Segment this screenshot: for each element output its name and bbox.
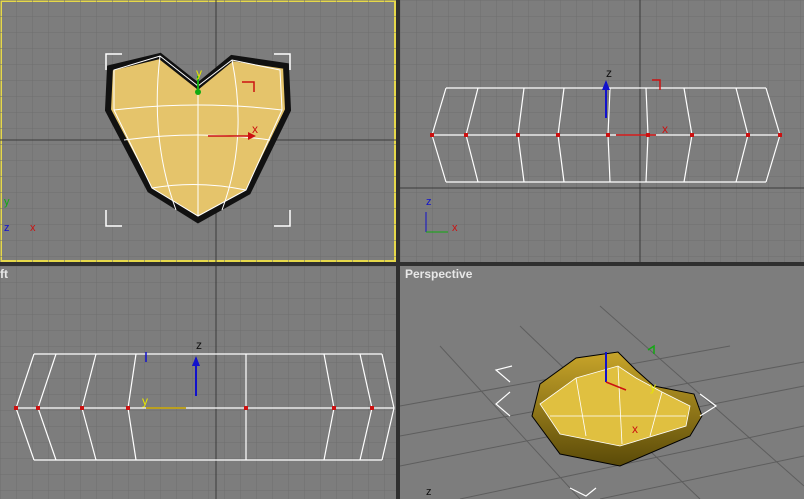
gizmo-z-label: z	[196, 338, 202, 352]
viewport-left[interactable]: ft z y	[0, 266, 396, 499]
viewport-perspective-label: Perspective	[405, 267, 473, 281]
gizmo-x-label: x	[252, 122, 258, 136]
viewport-left-label: ft	[0, 267, 8, 281]
gizmo-z-label: z	[606, 66, 612, 80]
axis-y-label: y	[4, 196, 10, 208]
viewport-left-canvas	[0, 266, 396, 499]
viewport-front[interactable]: z x z x	[400, 0, 804, 262]
gizmo-y-label: y	[196, 66, 202, 80]
gizmo-x-label: x	[662, 122, 668, 136]
axis-x-label: x	[452, 222, 458, 234]
gizmo-y-label: y	[650, 380, 656, 394]
viewport-top[interactable]: y x y z x	[0, 0, 396, 262]
axis-z-label: z	[4, 222, 10, 234]
viewport-top-canvas	[0, 0, 396, 262]
axis-z-label: z	[426, 196, 432, 208]
viewport-front-canvas	[400, 0, 804, 262]
viewport-perspective[interactable]: Perspective y x z	[400, 266, 804, 499]
axis-z-label: z	[426, 486, 432, 498]
viewport-perspective-canvas	[400, 305, 804, 499]
gizmo-y-label: y	[142, 394, 148, 408]
gizmo-x-label: x	[632, 422, 638, 436]
axis-x-label: x	[30, 222, 36, 234]
